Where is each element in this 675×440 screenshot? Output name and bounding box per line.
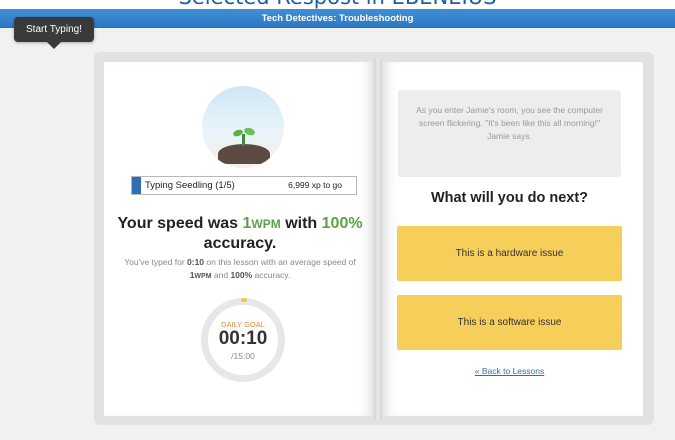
tooltip-arrow	[47, 42, 61, 49]
cropped-banner-text: Selected Respost in EBENEIUS	[0, 0, 675, 9]
lesson-header-bar: Tech Detectives: Troubleshooting	[0, 9, 675, 28]
speed-value: 1WPM	[242, 215, 281, 232]
start-typing-tooltip: Start Typing!	[14, 17, 94, 42]
cropped-top-banner: Selected Respost in EBENEIUS	[0, 0, 675, 9]
accuracy-value: 100%	[321, 215, 363, 232]
daily-goal-total: /15:00	[231, 351, 255, 361]
result-summary: You've typed for 0:10 on this lesson wit…	[124, 257, 356, 280]
seedling-leaf-right	[243, 126, 256, 137]
level-name: Typing Seedling (1/5)	[145, 180, 235, 191]
back-to-lessons-link[interactable]: « Back to Lessons	[397, 366, 622, 376]
xp-to-go: 6,999 xp to go	[288, 180, 342, 190]
book-spine	[374, 58, 382, 420]
daily-goal-time: 00:10	[218, 328, 268, 349]
level-progress-bar: Typing Seedling (1/5) 6,999 xp to go	[131, 176, 357, 195]
daily-goal-progress-arc	[241, 298, 247, 302]
seedling-stem	[242, 134, 245, 146]
speed-result-heading: Your speed was 1WPM with 100% accuracy.	[117, 215, 363, 252]
story-text: As you enter Jamie's room, you see the c…	[416, 105, 603, 141]
lesson-title: Tech Detectives: Troubleshooting	[261, 13, 414, 24]
hardware-issue-button[interactable]: This is a hardware issue	[397, 226, 622, 281]
soil-mound	[218, 144, 270, 164]
software-issue-button[interactable]: This is a software issue	[397, 295, 622, 350]
question-heading: What will you do next?	[430, 190, 589, 206]
level-progress-fill	[132, 177, 141, 194]
seedling-avatar	[202, 86, 284, 168]
